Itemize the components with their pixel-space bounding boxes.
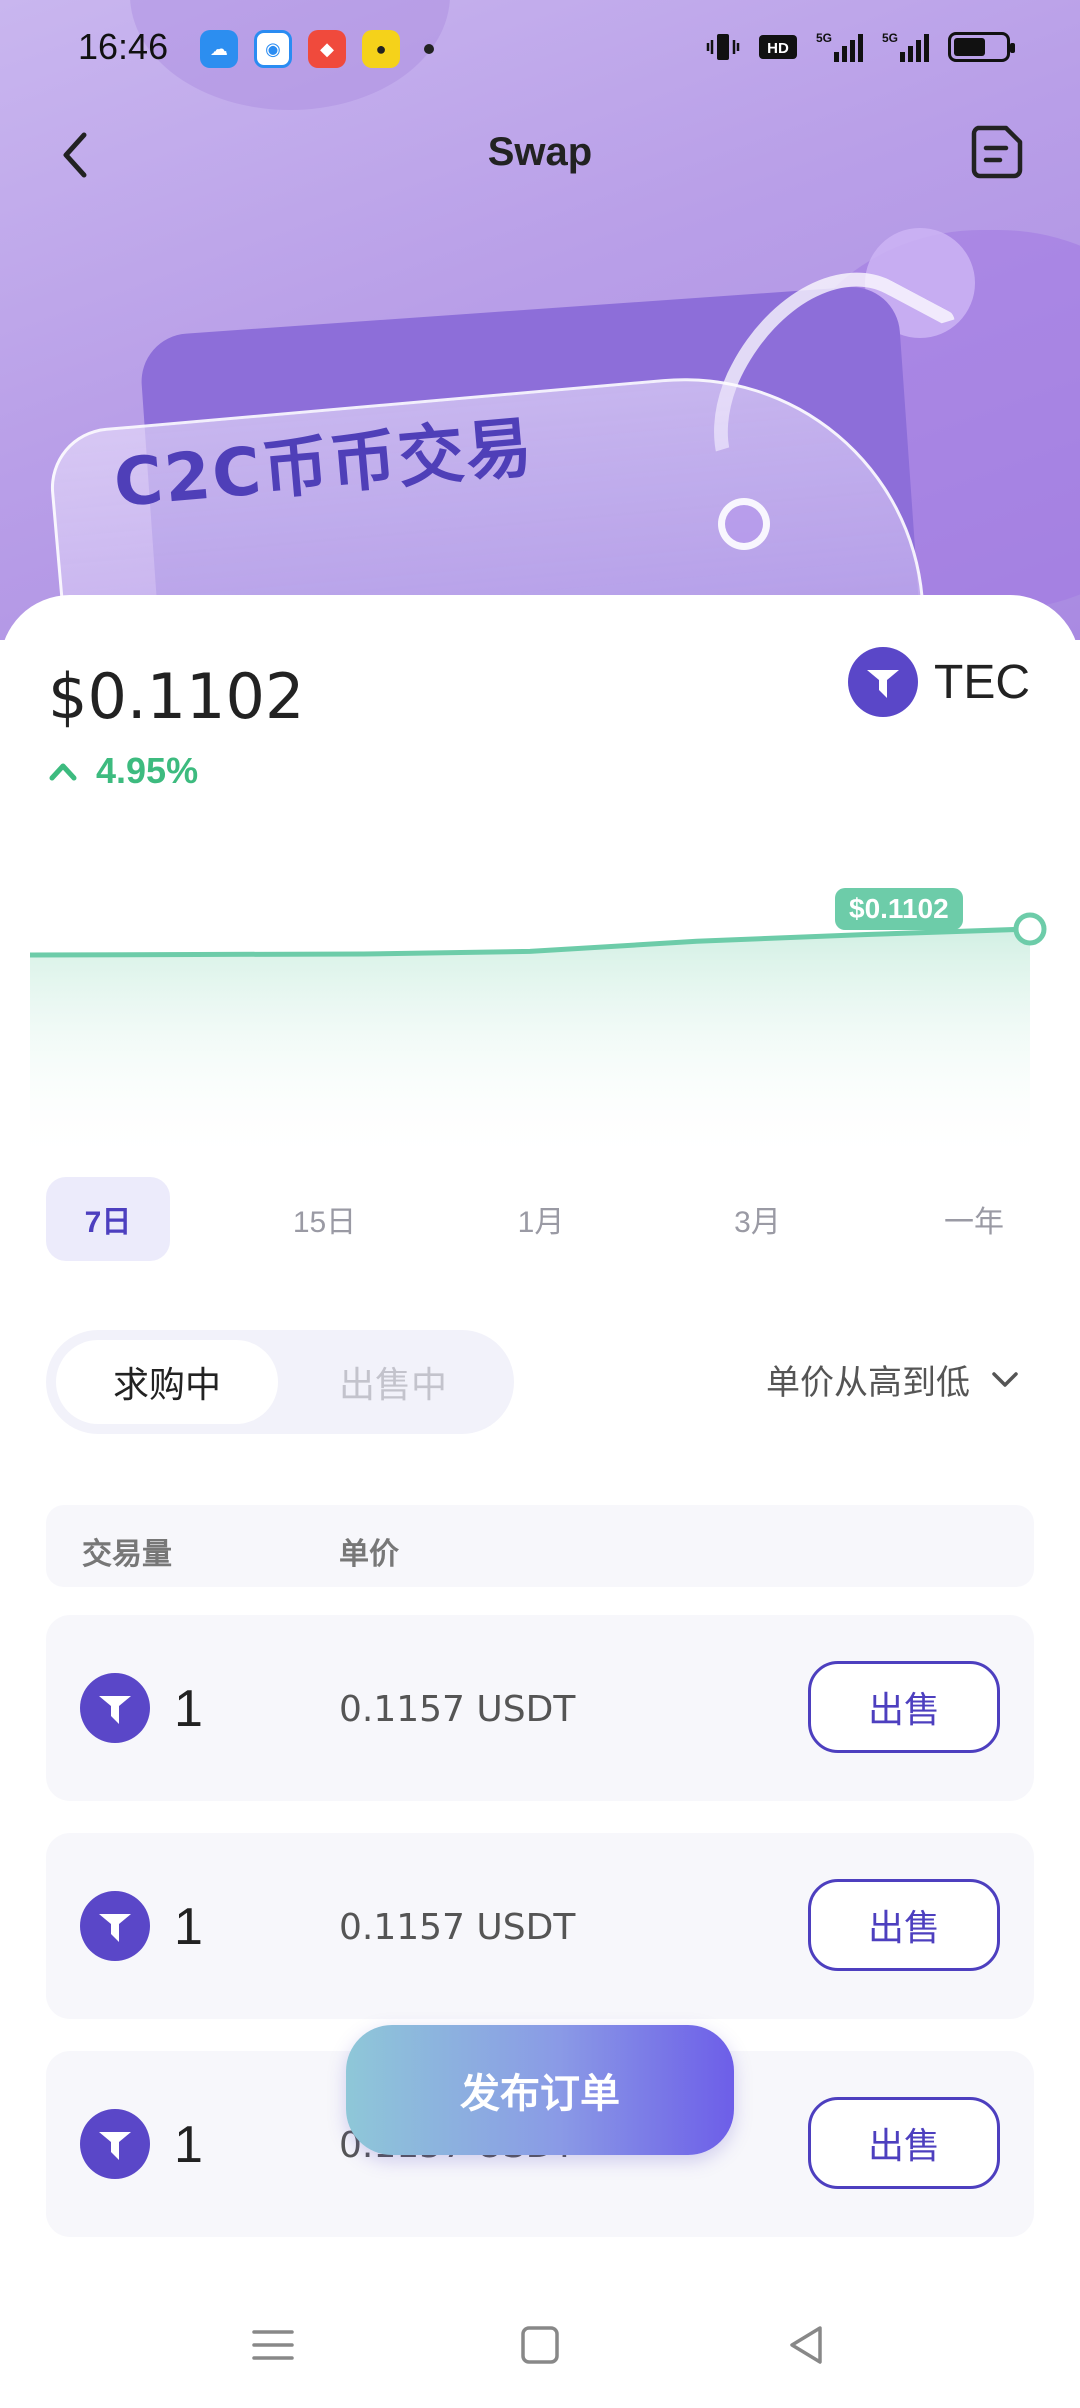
table-header: 交易量 单价 xyxy=(46,1505,1034,1587)
signal-5g-icon: 5G xyxy=(882,30,930,64)
header-price: 单价 xyxy=(339,1538,399,1571)
arrow-up-icon xyxy=(49,763,77,781)
notification-icons: ☁ ◉ ◆ ● xyxy=(200,30,434,68)
current-price: $0.1102 xyxy=(48,660,305,733)
hero-card-hole xyxy=(718,498,770,550)
period-tab-1m[interactable]: 1月 xyxy=(479,1177,603,1261)
sort-label: 单价从高到低 xyxy=(766,1364,970,1402)
records-button[interactable] xyxy=(970,124,1028,184)
coin-symbol: TEC xyxy=(934,655,1030,709)
row-price: 0.1157 USDT xyxy=(339,1907,576,1948)
row-quantity: 1 xyxy=(174,1898,203,1956)
price-change: 4.95% xyxy=(48,750,198,792)
back-nav-icon[interactable] xyxy=(782,2320,832,2370)
svg-text:5G: 5G xyxy=(882,31,898,45)
coin-selector[interactable]: TEC xyxy=(848,647,1030,717)
price-change-value: 4.95% xyxy=(96,750,199,791)
sort-dropdown[interactable]: 单价从高到低 xyxy=(766,1355,1020,1404)
video-app-icon: ● xyxy=(362,30,400,68)
tab-selling[interactable]: 出售中 xyxy=(282,1340,504,1424)
row-quantity: 1 xyxy=(174,2116,203,2174)
chart-current-point xyxy=(1013,912,1047,946)
table-row: 1 0.1157 USDT 出售 xyxy=(46,1833,1034,2019)
status-bar: 16:46 ☁ ◉ ◆ ● HD 5G 5G xyxy=(0,0,1080,100)
tec-coin-icon xyxy=(80,2109,150,2179)
period-tab-15d[interactable]: 15日 xyxy=(263,1177,387,1261)
svg-text:5G: 5G xyxy=(816,31,832,45)
more-notifications-icon xyxy=(424,44,434,54)
shopping-icon: ◆ xyxy=(308,30,346,68)
signal-5g-icon: 5G xyxy=(816,30,864,64)
tec-coin-icon xyxy=(848,647,918,717)
vibrate-icon xyxy=(706,30,740,64)
tab-buying[interactable]: 求购中 xyxy=(56,1340,278,1424)
system-nav-bar xyxy=(0,2290,1080,2400)
system-icons: HD 5G 5G xyxy=(706,30,1015,64)
period-tabs: 7日 15日 1月 3月 一年 xyxy=(46,1177,1036,1261)
chart-price-tag: $0.1102 xyxy=(835,888,963,930)
tec-coin-icon xyxy=(80,1673,150,1743)
sell-button[interactable]: 出售 xyxy=(808,2097,1000,2189)
publish-order-button[interactable]: 发布订单 xyxy=(346,2025,734,2155)
home-icon[interactable] xyxy=(515,2320,565,2370)
svg-text:HD: HD xyxy=(767,40,789,57)
chart-area-fill xyxy=(30,929,1030,1165)
order-type-toggle: 求购中 出售中 xyxy=(46,1330,514,1434)
chevron-down-icon xyxy=(992,1371,1018,1387)
row-price: 0.1157 USDT xyxy=(339,1689,576,1730)
header-volume: 交易量 xyxy=(82,1538,172,1571)
weather-icon: ☁ xyxy=(200,30,238,68)
table-row: 1 0.1157 USDT 出售 xyxy=(46,1615,1034,1801)
document-icon xyxy=(971,125,1023,179)
page-title: Swap xyxy=(487,130,593,174)
row-quantity: 1 xyxy=(174,1680,203,1738)
sell-button[interactable]: 出售 xyxy=(808,1661,1000,1753)
qq-browser-icon: ◉ xyxy=(254,30,292,68)
battery-icon xyxy=(948,32,1015,62)
period-tab-3m[interactable]: 3月 xyxy=(696,1177,820,1261)
period-tab-7d[interactable]: 7日 xyxy=(46,1177,170,1261)
status-time: 16:46 xyxy=(78,26,169,67)
sell-button[interactable]: 出售 xyxy=(808,1879,1000,1971)
hd-icon: HD xyxy=(758,32,798,62)
menu-icon[interactable] xyxy=(248,2320,298,2370)
tec-coin-icon xyxy=(80,1891,150,1961)
period-tab-1y[interactable]: 一年 xyxy=(912,1177,1036,1261)
